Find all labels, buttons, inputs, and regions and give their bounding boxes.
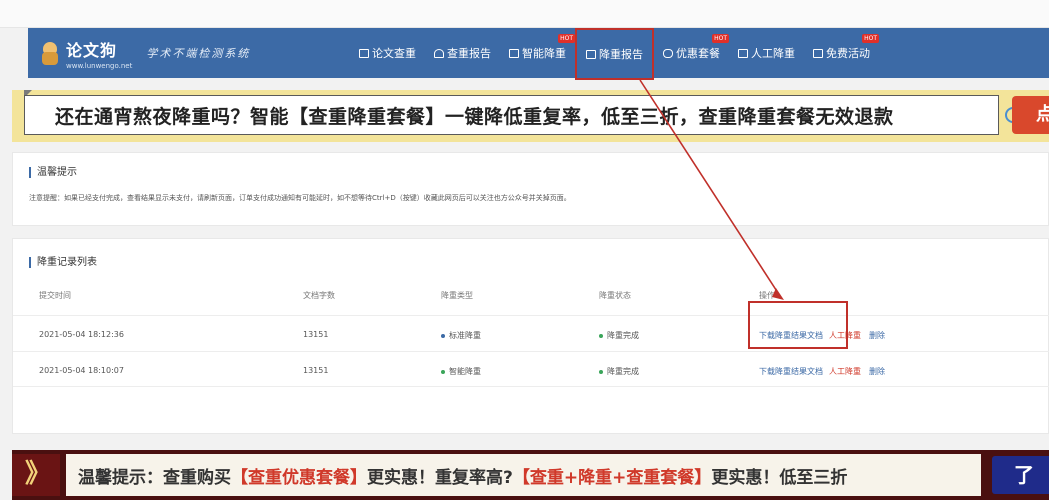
nav-label: 降重报告 (599, 48, 643, 61)
chat-icon (663, 48, 673, 58)
column-header-status: 降重状态 (599, 291, 631, 300)
tip-text: 注意提醒：如果已经支付完成，查看结果显示未支付，请刷新页面，订单支付成功通知有可… (29, 194, 571, 202)
records-card: 降重记录列表 提交时间 文档字数 降重类型 降重状态 操作 2021-05-04… (12, 238, 1049, 434)
column-header-type: 降重类型 (441, 291, 473, 300)
site-header: 论文狗 www.lunwengo.net 学术不端检测系统 论文查重 查重报告 … (28, 26, 1049, 80)
promo-bottom-button[interactable]: 了解 (992, 456, 1049, 494)
delete-link[interactable]: 删除 (869, 367, 885, 376)
document-icon (586, 49, 596, 59)
submit-time: 2021-05-04 18:12:36 (39, 330, 124, 339)
brand-slogan: 学术不端检测系统 (146, 47, 251, 60)
type-dot-icon (441, 369, 445, 374)
dog-logo-icon (40, 40, 62, 66)
user-report-icon (434, 48, 444, 58)
reduce-type: 智能降重 (441, 366, 481, 377)
nav-item-manual-reduce[interactable]: 人工降重 (729, 28, 804, 78)
reduce-type: 标准降重 (441, 330, 481, 341)
double-chevron-icon: 》 (12, 454, 60, 496)
page: 论文狗 www.lunwengo.net 学术不端检测系统 论文查重 查重报告 … (0, 0, 1049, 500)
reduce-status: 降重完成 (599, 366, 639, 377)
main-nav: 论文查重 查重报告 智能降重 HOT 降重报告 优惠套餐 HOT 人工降重 免费… (350, 26, 879, 80)
table-header: 提交时间 文档字数 降重类型 降重状态 操作 (13, 281, 1049, 309)
nav-item-discount-package[interactable]: 优惠套餐 HOT (654, 28, 729, 78)
document-icon (509, 48, 519, 58)
column-header-actions: 操作 (759, 291, 775, 300)
records-title: 降重记录列表 (29, 257, 97, 268)
column-header-words: 文档字数 (303, 291, 335, 300)
word-count: 13151 (303, 330, 329, 339)
document-icon (738, 48, 748, 58)
manual-reduce-link[interactable]: 人工降重 (829, 367, 861, 376)
nav-label: 免费活动 (826, 47, 870, 60)
table-row: 2021-05-04 18:12:36 13151 标准降重 降重完成 下载降重… (13, 315, 1049, 351)
row-actions: 下载降重结果文档 人工降重 删除 (759, 366, 885, 377)
hot-badge: HOT (558, 34, 575, 43)
hot-badge: HOT (862, 34, 879, 43)
nav-item-reduce-report[interactable]: 降重报告 (575, 28, 654, 80)
download-result-link[interactable]: 下载降重结果文档 (759, 367, 823, 376)
site-logo[interactable]: 论文狗 www.lunwengo.net 学术不端检测系统 (40, 37, 350, 70)
promo-banner-top[interactable]: 还在通宵熬夜降重吗？智能【查重降重套餐】一键降低重复率，低至三折，查重降重套餐无… (12, 90, 1049, 142)
type-dot-icon (441, 333, 445, 338)
table-row: 2021-05-04 18:10:07 13151 智能降重 降重完成 下载降重… (13, 351, 1049, 387)
brand-url: www.lunwengo.net (66, 61, 133, 70)
document-icon (359, 48, 369, 58)
status-dot-icon (599, 333, 603, 338)
promo-top-text: 还在通宵熬夜降重吗？智能【查重降重套餐】一键降低重复率，低至三折，查重降重套餐无… (55, 105, 894, 128)
delete-link[interactable]: 删除 (869, 331, 885, 340)
submit-time: 2021-05-04 18:10:07 (39, 366, 124, 375)
nav-item-smart-reduce[interactable]: 智能降重 HOT (500, 28, 575, 78)
annotation-highlight-box (748, 301, 848, 349)
brand-name: 论文狗 (66, 40, 118, 60)
tip-card: 温馨提示 注意提醒：如果已经支付完成，查看结果显示未支付，请刷新页面，订单支付成… (12, 152, 1049, 226)
nav-label: 人工降重 (751, 47, 795, 60)
document-icon (813, 48, 823, 58)
nav-label: 智能降重 (522, 47, 566, 60)
hot-badge: HOT (712, 34, 729, 43)
nav-label: 优惠套餐 (676, 47, 720, 60)
nav-item-paper-check[interactable]: 论文查重 (350, 28, 425, 78)
column-header-time: 提交时间 (39, 291, 71, 300)
nav-item-check-report[interactable]: 查重报告 (425, 28, 500, 78)
tip-title: 温馨提示 (29, 167, 77, 178)
word-count: 13151 (303, 366, 329, 375)
promo-bottom-text: 温馨提示：查重购买【查重优惠套餐】更实惠！重复率高?【查重+降重+查重套餐】更实… (78, 467, 848, 488)
status-dot-icon (599, 369, 603, 374)
browser-top-strip (0, 0, 1049, 28)
nav-label: 查重报告 (447, 47, 491, 60)
promo-banner-bottom[interactable]: 》 温馨提示：查重购买【查重优惠套餐】更实惠！重复率高?【查重+降重+查重套餐】… (12, 450, 1049, 500)
nav-item-free-activity[interactable]: 免费活动 HOT (804, 28, 879, 78)
promo-top-button[interactable]: 点 (1012, 96, 1049, 134)
nav-label: 论文查重 (372, 47, 416, 60)
reduce-status: 降重完成 (599, 330, 639, 341)
